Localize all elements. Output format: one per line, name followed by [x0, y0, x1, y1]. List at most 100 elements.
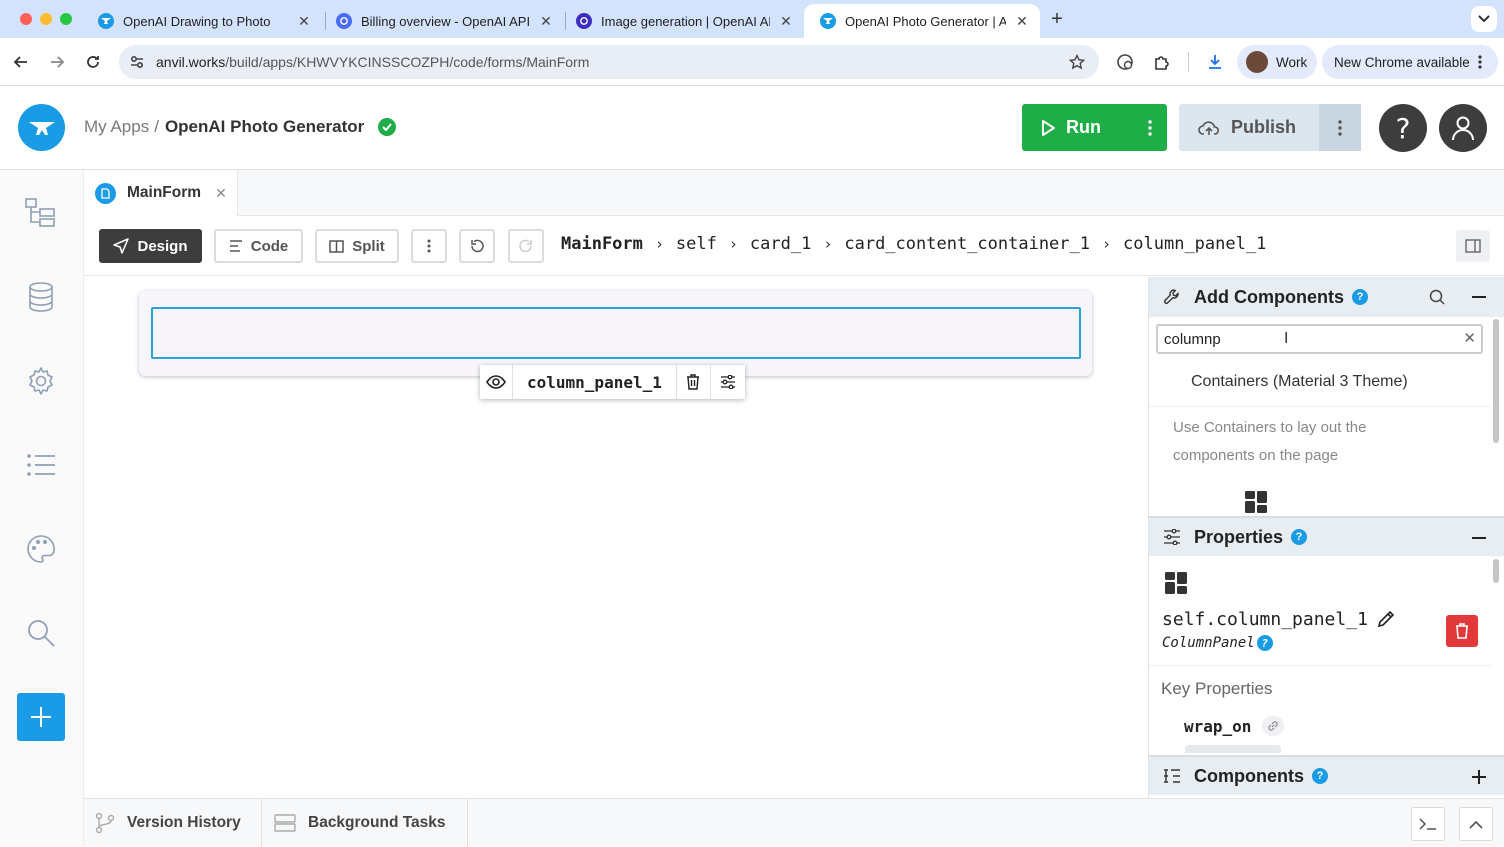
arrow-left-icon — [13, 56, 27, 68]
bookmark-star-icon[interactable] — [1069, 54, 1085, 70]
component-name[interactable]: self.column_panel_1 — [1162, 609, 1368, 630]
version-history-tab[interactable]: Version History — [84, 799, 262, 847]
publish-options-button[interactable] — [1319, 104, 1361, 151]
profile-chip[interactable]: Work — [1237, 45, 1317, 79]
add-button[interactable] — [17, 693, 65, 741]
close-icon[interactable]: ✕ — [1014, 13, 1030, 29]
properties-title: Properties — [1194, 526, 1284, 547]
reload-button[interactable] — [81, 50, 105, 74]
wrap-on-dropdown[interactable] — [1185, 745, 1281, 753]
visibility-button[interactable] — [480, 365, 513, 399]
browser-tab-billing[interactable]: Billing overview - OpenAI API ✕ — [320, 4, 564, 38]
help-icon[interactable]: ? — [1352, 289, 1368, 305]
card-1[interactable] — [139, 291, 1092, 376]
key-properties-heading: Key Properties — [1161, 679, 1273, 698]
sidebar-item-data[interactable] — [24, 280, 58, 314]
extensions-menu-button[interactable] — [1150, 50, 1174, 74]
more-options-button[interactable] — [411, 229, 447, 263]
expand-panel-button[interactable] — [1459, 807, 1493, 841]
minus-icon[interactable] — [1472, 537, 1486, 539]
extension-button[interactable] — [1113, 50, 1137, 74]
column-panel-1[interactable] — [151, 307, 1081, 359]
code-mode-button[interactable]: Code — [214, 229, 303, 263]
sidebar-item-outline[interactable] — [24, 448, 58, 482]
component-search-input[interactable]: columnp I ✕ — [1156, 324, 1483, 354]
back-button[interactable] — [9, 50, 33, 74]
toggle-panel-button[interactable] — [1456, 230, 1490, 262]
anvil-favicon-icon — [820, 13, 836, 29]
browser-tab-photo-generator[interactable]: OpenAI Photo Generator | Anvil ✕ — [804, 4, 1040, 38]
window-close-button[interactable] — [20, 13, 32, 25]
breadcrumb-separator: / — [154, 117, 159, 136]
delete-component-button[interactable] — [677, 365, 711, 399]
sidebar-item-theme[interactable] — [24, 532, 58, 566]
anvil-logo-icon[interactable] — [18, 104, 65, 151]
cloud-upload-icon — [1198, 120, 1220, 135]
path-item[interactable]: self — [676, 234, 717, 254]
minus-icon[interactable] — [1472, 296, 1486, 298]
forward-button[interactable] — [45, 50, 69, 74]
pencil-icon[interactable] — [1377, 610, 1395, 628]
download-icon — [1209, 55, 1221, 69]
anvil-favicon-icon — [98, 13, 114, 29]
address-bar[interactable]: anvil.works/build/apps/KHWVYKCINSSCOZPH/… — [119, 45, 1099, 79]
publish-button[interactable]: Publish — [1179, 104, 1319, 151]
components-header[interactable]: Components ? — [1149, 755, 1504, 795]
close-icon[interactable]: ✕ — [778, 13, 794, 29]
site-info-icon[interactable] — [129, 55, 145, 69]
help-button[interactable]: ? — [1379, 104, 1427, 152]
column-panel-icon[interactable] — [1245, 491, 1267, 513]
account-button[interactable] — [1439, 104, 1487, 152]
path-item[interactable]: MainForm — [561, 234, 643, 254]
close-icon[interactable]: ✕ — [1463, 329, 1476, 347]
sidebar-item-app-browser[interactable] — [24, 195, 58, 229]
plus-icon[interactable] — [1472, 770, 1486, 784]
split-mode-button[interactable]: Split — [315, 229, 399, 263]
wrap-on-property-label: wrap_on — [1184, 717, 1252, 736]
right-panel: Add Components ? columnp I ✕ Containers … — [1148, 277, 1504, 798]
sidebar-item-settings[interactable] — [24, 364, 58, 398]
properties-scrollbar[interactable] — [1493, 559, 1499, 583]
window-maximize-button[interactable] — [60, 13, 72, 25]
design-canvas[interactable]: column_panel_1 — [84, 277, 1148, 798]
play-icon — [1042, 119, 1055, 136]
category-header[interactable]: Containers (Material 3 Theme) — [1191, 373, 1408, 391]
console-button[interactable] — [1411, 807, 1445, 841]
close-icon[interactable]: ✕ — [215, 185, 227, 202]
tab-search-button[interactable] — [1471, 6, 1497, 32]
add-components-header[interactable]: Add Components ? — [1149, 277, 1504, 317]
close-icon[interactable]: ✕ — [538, 13, 554, 29]
path-item[interactable]: card_content_container_1 — [844, 234, 1090, 254]
close-icon[interactable]: ✕ — [296, 13, 312, 29]
window-minimize-button[interactable] — [40, 13, 52, 25]
design-mode-button[interactable]: Design — [99, 229, 202, 263]
run-options-button[interactable] — [1132, 104, 1167, 151]
background-tasks-tab[interactable]: Background Tasks — [262, 799, 468, 847]
components-scrollbar[interactable] — [1493, 319, 1499, 443]
path-item[interactable]: card_1 — [750, 234, 811, 254]
sidebar-item-search[interactable] — [24, 616, 58, 650]
chrome-update-chip[interactable]: New Chrome available — [1322, 45, 1498, 79]
help-icon[interactable]: ? — [1256, 635, 1273, 651]
binding-button[interactable] — [1262, 716, 1284, 736]
url-host: anvil.works — [156, 54, 226, 70]
downloads-button[interactable] — [1203, 50, 1227, 74]
browser-tab-image-generation[interactable]: Image generation | OpenAI API ✕ — [560, 4, 804, 38]
tab-mainform[interactable]: MainForm ✕ — [84, 170, 238, 216]
delete-component-button[interactable] — [1446, 615, 1478, 647]
help-icon[interactable]: ? — [1312, 768, 1328, 784]
browser-tab-drawing[interactable]: OpenAI Drawing to Photo ✕ — [82, 4, 322, 38]
search-icon — [28, 620, 55, 647]
undo-button[interactable] — [459, 229, 495, 263]
breadcrumb-my-apps[interactable]: My Apps — [84, 117, 149, 137]
new-tab-button[interactable]: + — [1046, 9, 1068, 31]
search-value: columnp — [1164, 330, 1221, 348]
run-button[interactable]: Run — [1022, 104, 1132, 151]
search-icon[interactable] — [1429, 289, 1445, 305]
component-properties-button[interactable] — [711, 365, 745, 399]
undo-icon — [471, 239, 484, 253]
help-icon[interactable]: ? — [1291, 529, 1308, 545]
path-item[interactable]: column_panel_1 — [1123, 234, 1266, 254]
redo-button[interactable] — [508, 229, 544, 263]
properties-header[interactable]: Properties ? — [1149, 516, 1504, 556]
